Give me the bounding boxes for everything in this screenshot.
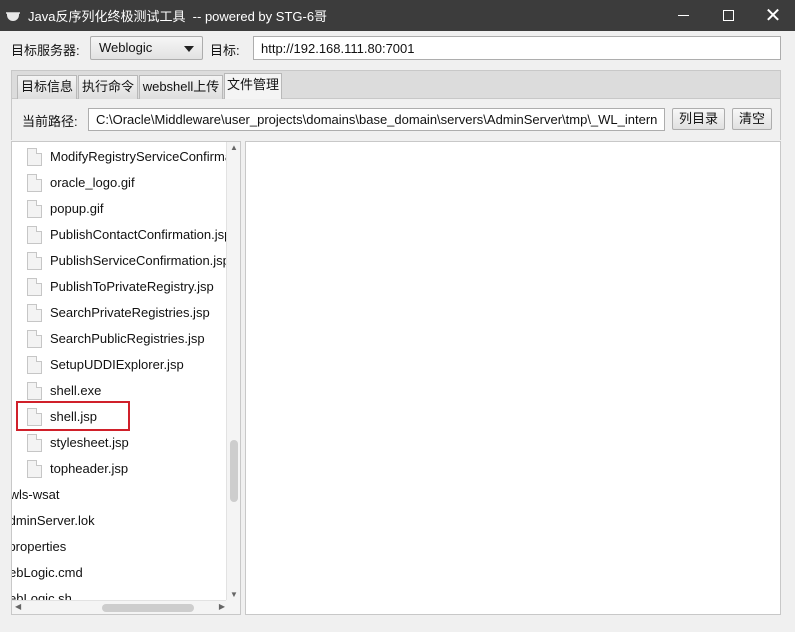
tree-folder-item[interactable]: m.properties xyxy=(12,534,66,560)
minimize-icon xyxy=(677,15,689,16)
tab-target-info[interactable]: 目标信息 xyxy=(17,75,77,99)
close-icon: ✕ xyxy=(764,4,782,27)
target-row: 目标服务器: Weblogic 目标: xyxy=(0,31,795,65)
tree-folder-item[interactable]: AdminServer.lok xyxy=(12,508,95,534)
file-icon xyxy=(27,226,42,244)
path-input[interactable] xyxy=(88,108,665,131)
file-icon xyxy=(27,330,42,348)
minimize-button[interactable] xyxy=(660,0,706,31)
file-icon xyxy=(27,252,42,270)
scrollbar-corner xyxy=(226,600,240,614)
scroll-down-icon[interactable]: ▼ xyxy=(230,590,238,599)
file-icon xyxy=(27,200,42,218)
horizontal-scrollbar[interactable]: ◀ ▶ xyxy=(12,600,228,614)
file-icon xyxy=(27,434,42,452)
highlight-box xyxy=(16,401,130,431)
url-label: 目标: xyxy=(210,43,240,58)
horizontal-scroll-thumb[interactable] xyxy=(102,604,194,612)
close-button[interactable]: ✕ xyxy=(750,0,795,31)
clear-button[interactable]: 清空 xyxy=(732,108,772,130)
list-directory-button[interactable]: 列目录 xyxy=(672,108,725,130)
file-icon xyxy=(27,148,42,166)
title-bar: Java反序列化终极测试工具 -- powered by STG-6哥 ✕ xyxy=(0,0,795,31)
vertical-scrollbar[interactable]: ▲ ▼ xyxy=(226,142,240,600)
file-icon xyxy=(27,460,42,478)
file-icon xyxy=(27,356,42,374)
tab-bar: 目标信息 执行命令 webshell上传 文件管理 xyxy=(11,70,781,99)
file-tree[interactable]: ModifyRegistryServiceConfirmation.jsp or… xyxy=(11,141,241,615)
path-label: 当前路径: xyxy=(22,114,78,129)
server-select-value: Weblogic xyxy=(99,40,153,55)
path-row: 当前路径: 列目录 清空 xyxy=(11,98,781,140)
tree-folder-item[interactable]: WebLogic.cmd xyxy=(12,560,83,586)
tree-folder-item[interactable]: /wls-wsat xyxy=(12,482,59,508)
maximize-button[interactable] xyxy=(705,0,751,31)
scroll-up-icon[interactable]: ▲ xyxy=(230,143,238,152)
maximize-icon xyxy=(722,10,734,21)
server-select[interactable]: Weblogic xyxy=(90,36,203,60)
coffee-cup-icon xyxy=(6,10,22,22)
chevron-down-icon xyxy=(184,46,194,52)
file-icon xyxy=(27,278,42,296)
scroll-right-icon[interactable]: ▶ xyxy=(219,602,225,611)
window-title: Java反序列化终极测试工具 -- powered by STG-6哥 xyxy=(28,9,328,24)
tab-webshell-upload[interactable]: webshell上传 xyxy=(139,75,223,99)
file-icon xyxy=(27,382,42,400)
file-icon xyxy=(27,304,42,322)
vertical-scroll-thumb[interactable] xyxy=(230,440,238,502)
scroll-left-icon[interactable]: ◀ xyxy=(15,602,21,611)
file-content-area[interactable] xyxy=(245,141,781,615)
tab-file-manager[interactable]: 文件管理 xyxy=(224,73,282,99)
url-input[interactable] xyxy=(253,36,781,60)
tree-folder-item[interactable]: WebLogic.sh xyxy=(12,586,72,600)
tab-execute-command[interactable]: 执行命令 xyxy=(78,75,138,99)
file-tree-viewport: ModifyRegistryServiceConfirmation.jsp or… xyxy=(12,142,228,600)
server-label: 目标服务器: xyxy=(11,43,80,58)
file-icon xyxy=(27,174,42,192)
